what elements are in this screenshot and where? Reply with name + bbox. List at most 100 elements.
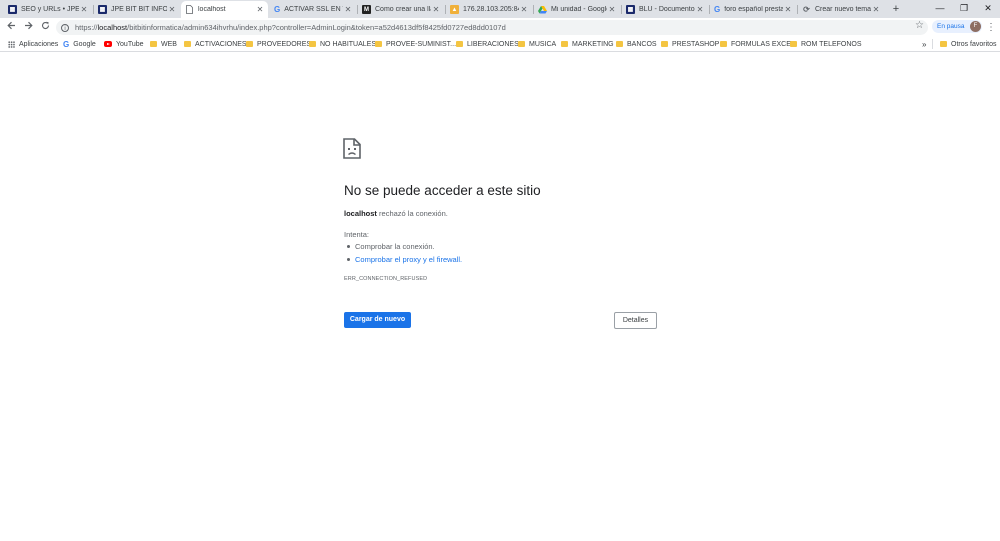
bookmark-provee-suminist[interactable]: PROVEE-SUMINIST... [375, 37, 456, 51]
bookmark-activaciones[interactable]: ACTIVACIONES [184, 37, 247, 51]
bookmark-no-habituales[interactable]: NO HABITUALES [309, 37, 376, 51]
url-scheme: https:// [75, 23, 98, 32]
close-icon[interactable]: ✕ [607, 5, 617, 14]
browser-toolbar: i https://localhost/bitbitinformatica/ad… [0, 18, 1000, 37]
folder-icon [150, 41, 157, 47]
tab-strip: ▦ SEO y URLs • JPE BIT BIT ✕ ▦ JPE BIT B… [0, 0, 1000, 18]
close-icon[interactable]: ✕ [519, 5, 529, 14]
bookmark-web[interactable]: WEB [150, 37, 177, 51]
bookmark-label: PROVEEDORES [257, 40, 312, 48]
tab-title: JPE BIT BIT INFORMÁTICA [111, 6, 167, 13]
tab-seo-urls[interactable]: ▦ SEO y URLs • JPE BIT BIT ✕ [4, 1, 92, 18]
bookmark-musica[interactable]: MUSICA [518, 37, 556, 51]
bookmark-label: NO HABITUALES [320, 40, 377, 48]
tab-plesk[interactable]: ▲ 176.28.103.205:8443 ✕ [446, 1, 532, 18]
error-heading: No se puede acceder a este sitio [344, 183, 541, 198]
bookmark-label: WEB [161, 40, 177, 48]
google-icon: G [714, 5, 721, 14]
forward-button[interactable] [21, 20, 35, 35]
bookmark-prestashop[interactable]: PRESTASHOP [661, 37, 719, 51]
details-button[interactable]: Detalles [614, 312, 657, 329]
tab-blu-documentos[interactable]: ▦ BLU - Documentos ✕ [622, 1, 708, 18]
bookmark-label: PRESTASHOP [672, 40, 720, 48]
google-icon: G [63, 39, 70, 49]
folder-icon [456, 41, 463, 47]
minimize-button[interactable]: — [929, 1, 951, 17]
close-icon[interactable]: ✕ [79, 5, 89, 14]
bookmark-label: Aplicaciones [19, 40, 59, 48]
bookmark-marketing[interactable]: MARKETING [561, 37, 614, 51]
reload-button[interactable] [38, 20, 52, 35]
bookmark-rom-telefonos[interactable]: ROM TELEFONOS [790, 37, 862, 51]
tab-title: Mi unidad - Google Drive [551, 6, 607, 13]
bookmark-label: LIBERACIONES [467, 40, 519, 48]
bookmark-label: MUSICA [529, 40, 557, 48]
suggestion-check-proxy-link[interactable]: Comprobar el proxy y el firewall. [346, 255, 462, 264]
close-icon[interactable]: ✕ [871, 5, 881, 14]
bookmark-label: PROVEE-SUMINIST... [386, 40, 457, 48]
drive-icon [538, 5, 547, 14]
profile-status: En pausa [937, 23, 965, 30]
error-host: localhost [344, 209, 377, 218]
close-icon[interactable]: ✕ [167, 5, 177, 14]
tab-mi-unidad[interactable]: Mi unidad - Google Drive ✕ [534, 1, 620, 18]
error-message-text: rechazó la conexión. [379, 209, 448, 218]
maximize-button[interactable]: ❐ [953, 1, 975, 17]
folder-icon [790, 41, 797, 47]
arrow-left-icon [6, 21, 15, 30]
folder-icon [246, 41, 253, 47]
bookmark-google[interactable]: G Google [63, 37, 96, 51]
tab-title: SEO y URLs • JPE BIT BIT [21, 6, 79, 13]
bookmark-proveedores[interactable]: PROVEEDORES [246, 37, 311, 51]
tab-title: ACTIVAR SSL EN WOO [284, 6, 343, 13]
folder-icon [720, 41, 727, 47]
folder-icon [184, 41, 191, 47]
tab-como-crear[interactable]: M Como crear una llave ✕ [358, 1, 444, 18]
folder-icon [375, 41, 382, 47]
menu-kebab-icon[interactable]: ⋮ [986, 21, 996, 34]
site-info-icon[interactable]: i [61, 23, 69, 32]
tab-title: BLU - Documentos [639, 6, 695, 13]
close-icon[interactable]: ✕ [783, 5, 793, 14]
folder-icon [940, 41, 947, 47]
close-icon[interactable]: ✕ [431, 5, 441, 14]
bookmark-label: ACTIVACIONES [195, 40, 247, 48]
doc-icon: ▦ [626, 5, 635, 14]
bookmark-label: FORMULAS EXCEL [731, 40, 795, 48]
back-button[interactable] [4, 20, 18, 35]
close-icon[interactable]: ✕ [695, 5, 705, 14]
bookmark-liberaciones[interactable]: LIBERACIONES [456, 37, 519, 51]
folder-icon [616, 41, 623, 47]
bookmark-formulas-excel[interactable]: FORMULAS EXCEL [720, 37, 795, 51]
tab-title: Como crear una llave [375, 6, 431, 13]
profile-button[interactable]: En pausa F [932, 20, 982, 33]
m-icon: M [362, 5, 371, 14]
bookmark-youtube[interactable]: YouTube [104, 37, 144, 51]
tab-localhost[interactable]: localhost ✕ [181, 1, 268, 18]
close-icon[interactable]: ✕ [255, 5, 265, 14]
url-path: /bitbitinformatica/admin634ihvrhu/index.… [127, 23, 506, 32]
bookmark-star-icon[interactable]: ☆ [915, 20, 924, 31]
bookmark-aplicaciones[interactable]: Aplicaciones [8, 37, 58, 51]
tab-activar-ssl[interactable]: G ACTIVAR SSL EN WOO ✕ [270, 1, 356, 18]
error-message: localhost rechazó la conexión. [344, 209, 448, 218]
reload-page-button[interactable]: Cargar de nuevo [344, 312, 411, 328]
address-bar[interactable]: i https://localhost/bitbitinformatica/ad… [56, 20, 928, 35]
bookmark-otros-favoritos[interactable]: Otros favoritos [940, 37, 997, 51]
try-label: Intenta: [344, 230, 370, 239]
bookmarks-overflow-button[interactable]: » [922, 37, 926, 51]
bookmark-bancos[interactable]: BANCOS [616, 37, 657, 51]
tab-title: foro español prestashop [724, 6, 783, 13]
tab-jpe-bit-bit[interactable]: ▦ JPE BIT BIT INFORMÁTICA ✕ [94, 1, 180, 18]
error-code: ERR_CONNECTION_REFUSED [344, 276, 428, 282]
arrow-right-icon [24, 21, 33, 30]
close-window-button[interactable]: ✕ [977, 1, 999, 17]
tab-crear-nuevo-tema[interactable]: ⟳ Crear nuevo tema ✕ [798, 1, 884, 18]
suggestion-check-connection: Comprobar la conexión. [347, 242, 435, 251]
sad-page-icon [343, 138, 361, 159]
close-icon[interactable]: ✕ [343, 5, 353, 14]
new-tab-button[interactable]: + [889, 1, 903, 17]
tab-foro-prestashop[interactable]: G foro español prestashop ✕ [710, 1, 796, 18]
jpe-icon: ▦ [98, 5, 107, 14]
bookmark-label: Google [73, 40, 96, 48]
